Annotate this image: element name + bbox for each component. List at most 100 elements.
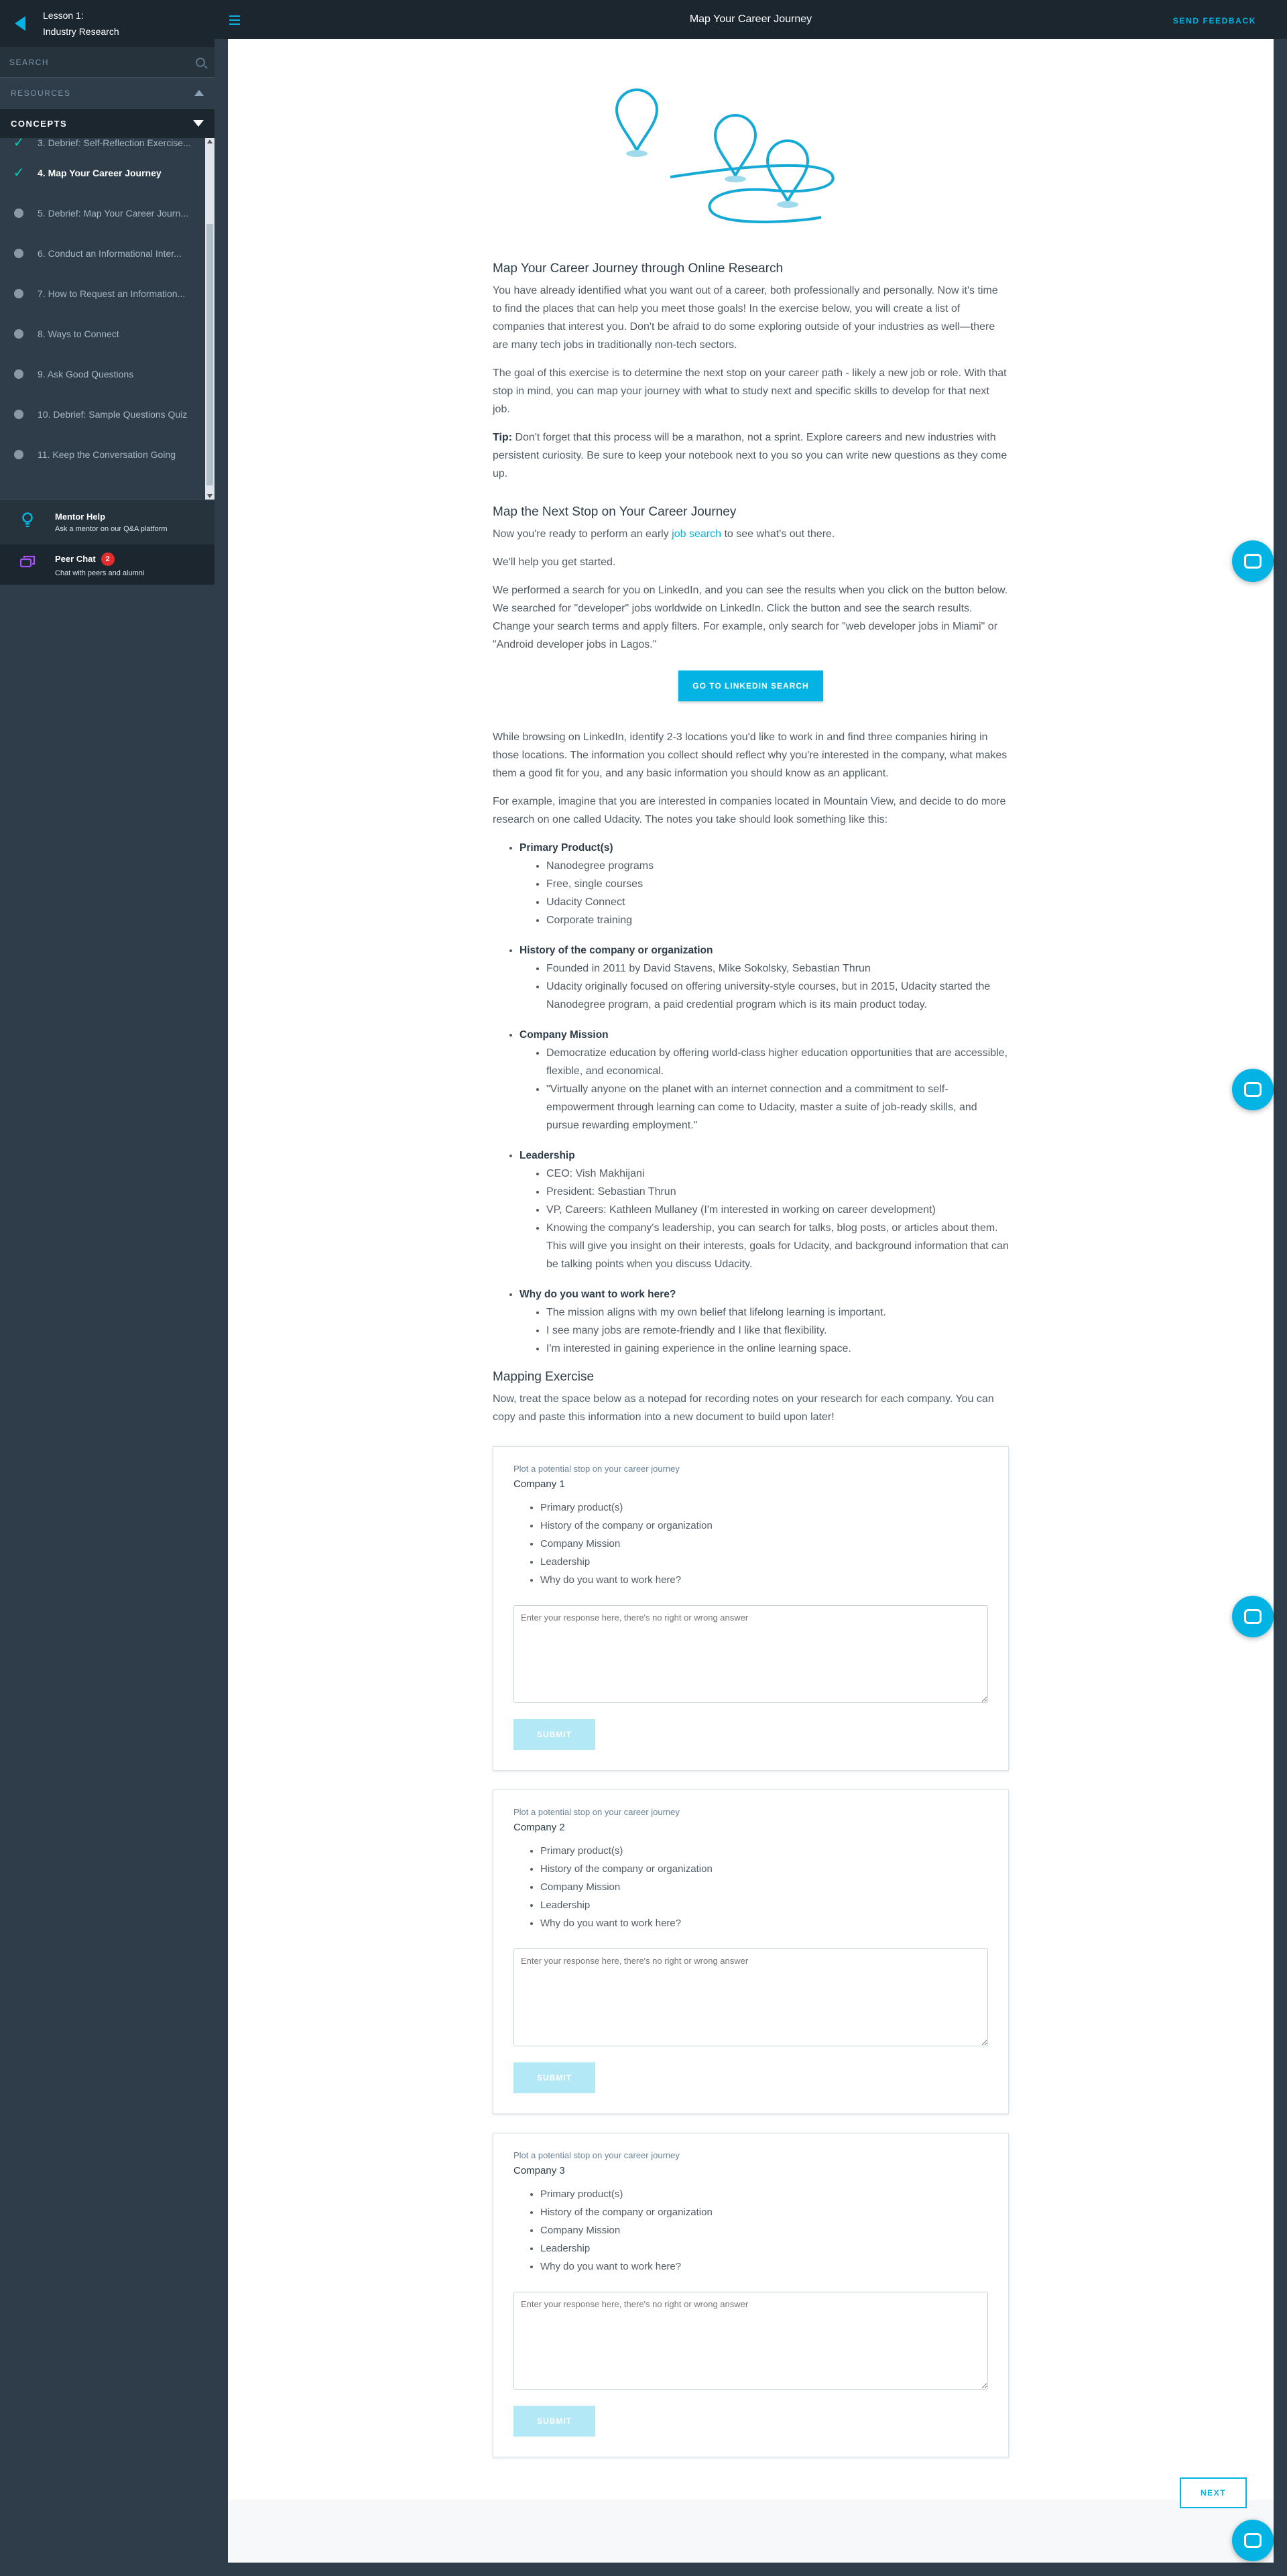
example-item: Corporate training	[546, 911, 1009, 929]
job-search-link[interactable]: job search	[672, 528, 721, 540]
lesson-title: Lesson 1: Industry Research	[43, 7, 119, 40]
search-icon[interactable]	[196, 57, 205, 67]
concept-label: 7. How to Request an Information...	[38, 288, 186, 299]
example-notes-list: Primary Product(s) Nanodegree programsFre…	[519, 839, 1009, 1358]
response-textarea[interactable]	[513, 2292, 988, 2390]
concept-item[interactable]: 8. Ways to Connect	[0, 314, 214, 354]
card-checklist-item: History of the company or organization	[540, 1860, 988, 1878]
chat-button[interactable]	[1232, 540, 1274, 582]
incomplete-dot-icon	[12, 249, 25, 258]
resources-toggle[interactable]: RESOURCES	[0, 78, 214, 109]
card-prompt: Plot a potential stop on your career jou…	[513, 2150, 680, 2160]
concept-list: ✓ 3. Debrief: Self-Reflection Exercise...…	[0, 138, 214, 500]
checkmark-icon: ✓	[13, 138, 25, 150]
exercise-card: Plot a potential stop on your career jou…	[493, 1446, 1009, 1771]
lesson-number: Lesson 1:	[43, 10, 84, 21]
example-item: I'm interested in gaining experience in …	[546, 1340, 1009, 1358]
scroll-down-icon[interactable]	[207, 494, 212, 498]
concept-label: 4. Map Your Career Journey	[38, 168, 162, 178]
example-item: Knowing the company's leadership, you ca…	[546, 1219, 1009, 1273]
chat-icon	[1244, 1082, 1262, 1097]
example-item: CEO: Vish Makhijani	[546, 1165, 1009, 1183]
example-item: President: Sebastian Thrun	[546, 1183, 1009, 1201]
concept-label: 10. Debrief: Sample Questions Quiz	[38, 409, 188, 420]
example-item: Founded in 2011 by David Stavens, Mike S…	[546, 959, 1009, 978]
concept-label: 3. Debrief: Self-Reflection Exercise...	[38, 138, 191, 148]
exercise-cards: Plot a potential stop on your career jou…	[493, 1446, 1009, 2457]
card-checklist-item: Leadership	[540, 2239, 988, 2258]
next-button[interactable]: NEXT	[1180, 2477, 1247, 2508]
example-item: Udacity originally focused on offering u…	[546, 978, 1009, 1014]
concept-item[interactable]: 9. Ask Good Questions	[0, 354, 214, 394]
card-checklist-item: Primary product(s)	[540, 1842, 988, 1860]
incomplete-dot-icon	[12, 209, 25, 218]
tip-paragraph: Tip: Don't forget that this process will…	[493, 428, 1009, 483]
card-checklist-item: History of the company or organization	[540, 1517, 988, 1535]
concept-item[interactable]: 6. Conduct an Informational Inter...	[0, 233, 214, 274]
top-bar: Map Your Career Journey SEND FEEDBACK	[214, 0, 1287, 39]
peer-chat-label: Peer Chat	[55, 554, 96, 564]
peer-chat[interactable]: Peer Chat 2 Chat with peers and alumni	[0, 544, 214, 585]
concepts-toggle[interactable]: CONCEPTS	[0, 109, 214, 138]
example-section-title: Primary Product(s)	[519, 842, 613, 854]
concept-label: 8. Ways to Connect	[38, 329, 119, 339]
example-sublist: Nanodegree programsFree, single coursesU…	[546, 857, 1009, 929]
paragraph: We performed a search for you on LinkedI…	[493, 585, 1008, 650]
example-section-title: Company Mission	[519, 1029, 609, 1041]
lesson-header[interactable]: Lesson 1: Industry Research	[0, 0, 214, 47]
example-item: Free, single courses	[546, 875, 1009, 893]
card-company-title: Company 2	[513, 1822, 565, 1833]
send-feedback-link[interactable]: SEND FEEDBACK	[1173, 16, 1256, 25]
concepts-label: CONCEPTS	[11, 118, 68, 129]
chevron-up-icon	[194, 90, 204, 96]
checkmark-icon: ✓	[13, 166, 25, 180]
sidebar-search[interactable]: SEARCH	[0, 47, 214, 78]
mentor-help-title: Mentor Help	[55, 512, 106, 522]
chat-button[interactable]	[1232, 2520, 1274, 2561]
card-checklist-item: Why do you want to work here?	[540, 1571, 988, 1589]
scrollbar[interactable]	[205, 138, 214, 500]
linkedin-search-button[interactable]: GO TO LINKEDIN SEARCH	[678, 670, 823, 701]
example-item: I see many jobs are remote-friendly and …	[546, 1322, 1009, 1340]
submit-button[interactable]: SUBMIT	[513, 2062, 595, 2093]
concept-item[interactable]: 5. Debrief: Map Your Career Journ...	[0, 193, 214, 233]
concept-item[interactable]: ✓ 3. Debrief: Self-Reflection Exercise...	[0, 138, 214, 153]
paragraph: Now you're ready to perform an early job…	[493, 525, 1009, 543]
peer-chat-subtitle: Chat with peers and alumni	[55, 569, 145, 577]
submit-button[interactable]: SUBMIT	[513, 1719, 595, 1750]
concept-item[interactable]: ✓ 4. Map Your Career Journey	[0, 153, 214, 193]
response-textarea[interactable]	[513, 1948, 988, 2046]
card-checklist-item: Why do you want to work here?	[540, 1914, 988, 1932]
concept-label: 5. Debrief: Map Your Career Journ...	[38, 208, 188, 219]
mentor-help[interactable]: Mentor Help Ask a mentor on our Q&A plat…	[0, 500, 214, 544]
card-checklist-item: Company Mission	[540, 1535, 988, 1553]
lesson-name: Industry Research	[43, 26, 119, 37]
map-pins-illustration	[615, 88, 835, 223]
mentor-help-subtitle: Ask a mentor on our Q&A platform	[55, 525, 168, 533]
chat-button[interactable]	[1232, 1069, 1274, 1110]
concept-item[interactable]: 10. Debrief: Sample Questions Quiz	[0, 394, 214, 434]
back-arrow-icon[interactable]	[15, 16, 25, 31]
concept-label: 6. Conduct an Informational Inter...	[38, 248, 182, 259]
scrollbar-thumb[interactable]	[206, 224, 213, 485]
card-checklist-item: Company Mission	[540, 2221, 988, 2239]
response-textarea[interactable]	[513, 1605, 988, 1703]
section-heading: Map the Next Stop on Your Career Journey	[493, 505, 737, 519]
exercise-card: Plot a potential stop on your career jou…	[493, 2133, 1009, 2457]
concept-item[interactable]: 11. Keep the Conversation Going	[0, 434, 214, 475]
chat-button[interactable]	[1232, 1596, 1274, 1637]
card-checklist: Primary product(s)History of the company…	[540, 1842, 988, 1932]
exercise-card: Plot a potential stop on your career jou…	[493, 1790, 1009, 2114]
concept-item[interactable]: 7. How to Request an Information...	[0, 274, 214, 314]
card-checklist-item: Company Mission	[540, 1878, 988, 1896]
incomplete-dot-icon	[12, 410, 25, 419]
example-section: Leadership CEO: Vish MakhijaniPresident: …	[519, 1147, 1009, 1273]
lightbulb-icon	[19, 512, 36, 532]
text: Now you're ready to perform an early	[493, 528, 672, 540]
submit-button[interactable]: SUBMIT	[513, 2406, 595, 2437]
scroll-up-icon[interactable]	[207, 139, 212, 143]
example-item: Democratize education by offering world-…	[546, 1044, 1009, 1080]
example-section-title: Why do you want to work here?	[519, 1289, 676, 1300]
card-checklist-item: Primary product(s)	[540, 2185, 988, 2203]
incomplete-dot-icon	[12, 369, 25, 379]
